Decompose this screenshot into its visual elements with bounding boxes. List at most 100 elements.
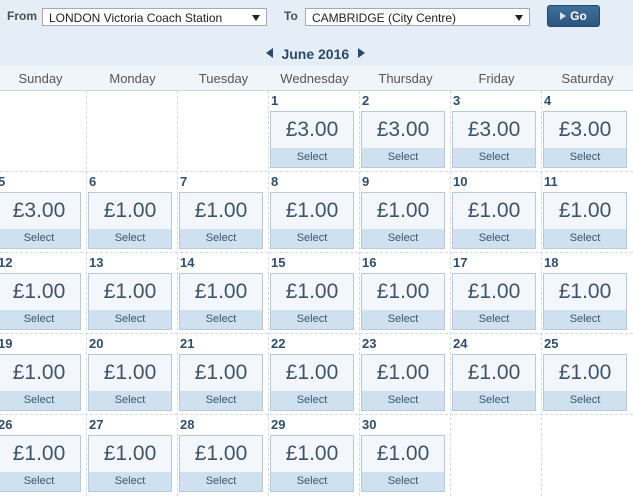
from-select-value: LONDON Victoria Coach Station [49,11,223,25]
fare-card[interactable]: £1.00 Select [88,354,172,411]
fare-price: £1.00 [12,280,66,303]
select-button[interactable]: Select [544,310,626,329]
select-button[interactable]: Select [271,391,353,410]
select-button[interactable]: Select [544,229,626,248]
select-button[interactable]: Select [0,472,80,491]
go-button-label: Go [570,9,587,23]
fare-card[interactable]: £1.00 Select [88,435,172,492]
fare-card[interactable]: £1.00 Select [179,435,263,492]
select-button[interactable]: Select [271,229,353,248]
fare-card[interactable]: £1.00 Select [452,354,536,411]
fare-price: £1.00 [285,442,339,465]
fare-card[interactable]: £1.00 Select [270,354,354,411]
grid-divider [268,91,269,496]
fare-card[interactable]: £1.00 Select [88,192,172,249]
fare-price: £1.00 [558,199,612,222]
weekday-label: Saturday [561,71,614,86]
fare-card[interactable]: £1.00 Select [543,192,627,249]
fare-card[interactable]: £1.00 Select [179,354,263,411]
fare-card[interactable]: £1.00 Select [543,273,627,330]
fare-card[interactable]: £1.00 Select [452,273,536,330]
weekday-header: Sunday Monday Tuesday Wednesday Thursday Frid… [0,66,633,91]
fare-price: £1.00 [285,280,339,303]
weekday-label: Wednesday [280,71,349,86]
from-select[interactable]: LONDON Victoria Coach Station [42,8,267,26]
select-button[interactable]: Select [89,472,171,491]
day-number: 11 [544,174,558,189]
grid-divider [0,333,633,334]
fare-card[interactable]: £3.00 Select [0,192,81,249]
fare-card[interactable]: £1.00 Select [361,273,445,330]
day-number: 24 [453,336,468,351]
day-number: 9 [362,174,370,189]
search-bar: From LONDON Victoria Coach Station To CA… [0,0,633,40]
to-select[interactable]: CAMBRIDGE (City Centre) [305,8,530,26]
day-number: 10 [453,174,468,189]
fare-price: £1.00 [194,361,248,384]
prev-month-icon[interactable] [266,48,273,59]
fare-price: £1.00 [467,199,521,222]
day-number: 29 [271,417,286,432]
fare-card[interactable]: £1.00 Select [452,192,536,249]
day-number: 5 [0,174,6,189]
fare-price: £3.00 [285,118,339,141]
select-button[interactable]: Select [453,391,535,410]
select-button[interactable]: Select [180,310,262,329]
fare-price: £1.00 [103,280,157,303]
select-button[interactable]: Select [362,229,444,248]
fare-card[interactable]: £1.00 Select [361,192,445,249]
weekday-label: Thursday [378,71,433,86]
day-number: 23 [362,336,377,351]
select-button[interactable]: Select [0,229,80,248]
fare-card[interactable]: £1.00 Select [270,192,354,249]
select-button[interactable]: Select [271,148,353,167]
select-button[interactable]: Select [453,310,535,329]
fare-card[interactable]: £1.00 Select [361,435,445,492]
select-button[interactable]: Select [180,391,262,410]
select-button[interactable]: Select [89,391,171,410]
select-button[interactable]: Select [362,310,444,329]
fare-card[interactable]: £1.00 Select [179,273,263,330]
select-button[interactable]: Select [271,310,353,329]
fare-price: £3.00 [376,118,430,141]
to-select-value: CAMBRIDGE (City Centre) [312,11,457,25]
fare-card[interactable]: £1.00 Select [270,273,354,330]
day-number: 3 [453,93,461,108]
select-button[interactable]: Select [362,472,444,491]
select-button[interactable]: Select [89,310,171,329]
select-button[interactable]: Select [180,229,262,248]
select-button[interactable]: Select [180,472,262,491]
day-number: 6 [89,174,97,189]
play-icon [560,11,567,20]
fare-card[interactable]: £1.00 Select [0,273,81,330]
fare-card[interactable]: £1.00 Select [0,354,81,411]
select-button[interactable]: Select [0,391,80,410]
fare-card[interactable]: £3.00 Select [361,111,445,168]
fare-card[interactable]: £3.00 Select [543,111,627,168]
select-button[interactable]: Select [271,472,353,491]
fare-card[interactable]: £1.00 Select [361,354,445,411]
select-button[interactable]: Select [362,391,444,410]
day-number: 27 [89,417,104,432]
select-button[interactable]: Select [0,310,80,329]
go-button[interactable]: Go [547,5,600,27]
select-button[interactable]: Select [544,391,626,410]
fare-card[interactable]: £3.00 Select [270,111,354,168]
fare-card[interactable]: £1.00 Select [88,273,172,330]
select-button[interactable]: Select [453,148,535,167]
fare-price: £1.00 [558,280,612,303]
fare-card[interactable]: £1.00 Select [543,354,627,411]
fare-card[interactable]: £1.00 Select [0,435,81,492]
grid-divider [541,91,542,496]
select-button[interactable]: Select [544,148,626,167]
select-button[interactable]: Select [89,229,171,248]
fare-card[interactable]: £3.00 Select [452,111,536,168]
select-button[interactable]: Select [362,148,444,167]
select-button[interactable]: Select [453,229,535,248]
day-number: 12 [0,255,13,270]
next-month-icon[interactable] [357,48,365,59]
fare-card[interactable]: £1.00 Select [270,435,354,492]
fare-card[interactable]: £1.00 Select [179,192,263,249]
day-number: 28 [180,417,195,432]
day-number: 30 [362,417,377,432]
